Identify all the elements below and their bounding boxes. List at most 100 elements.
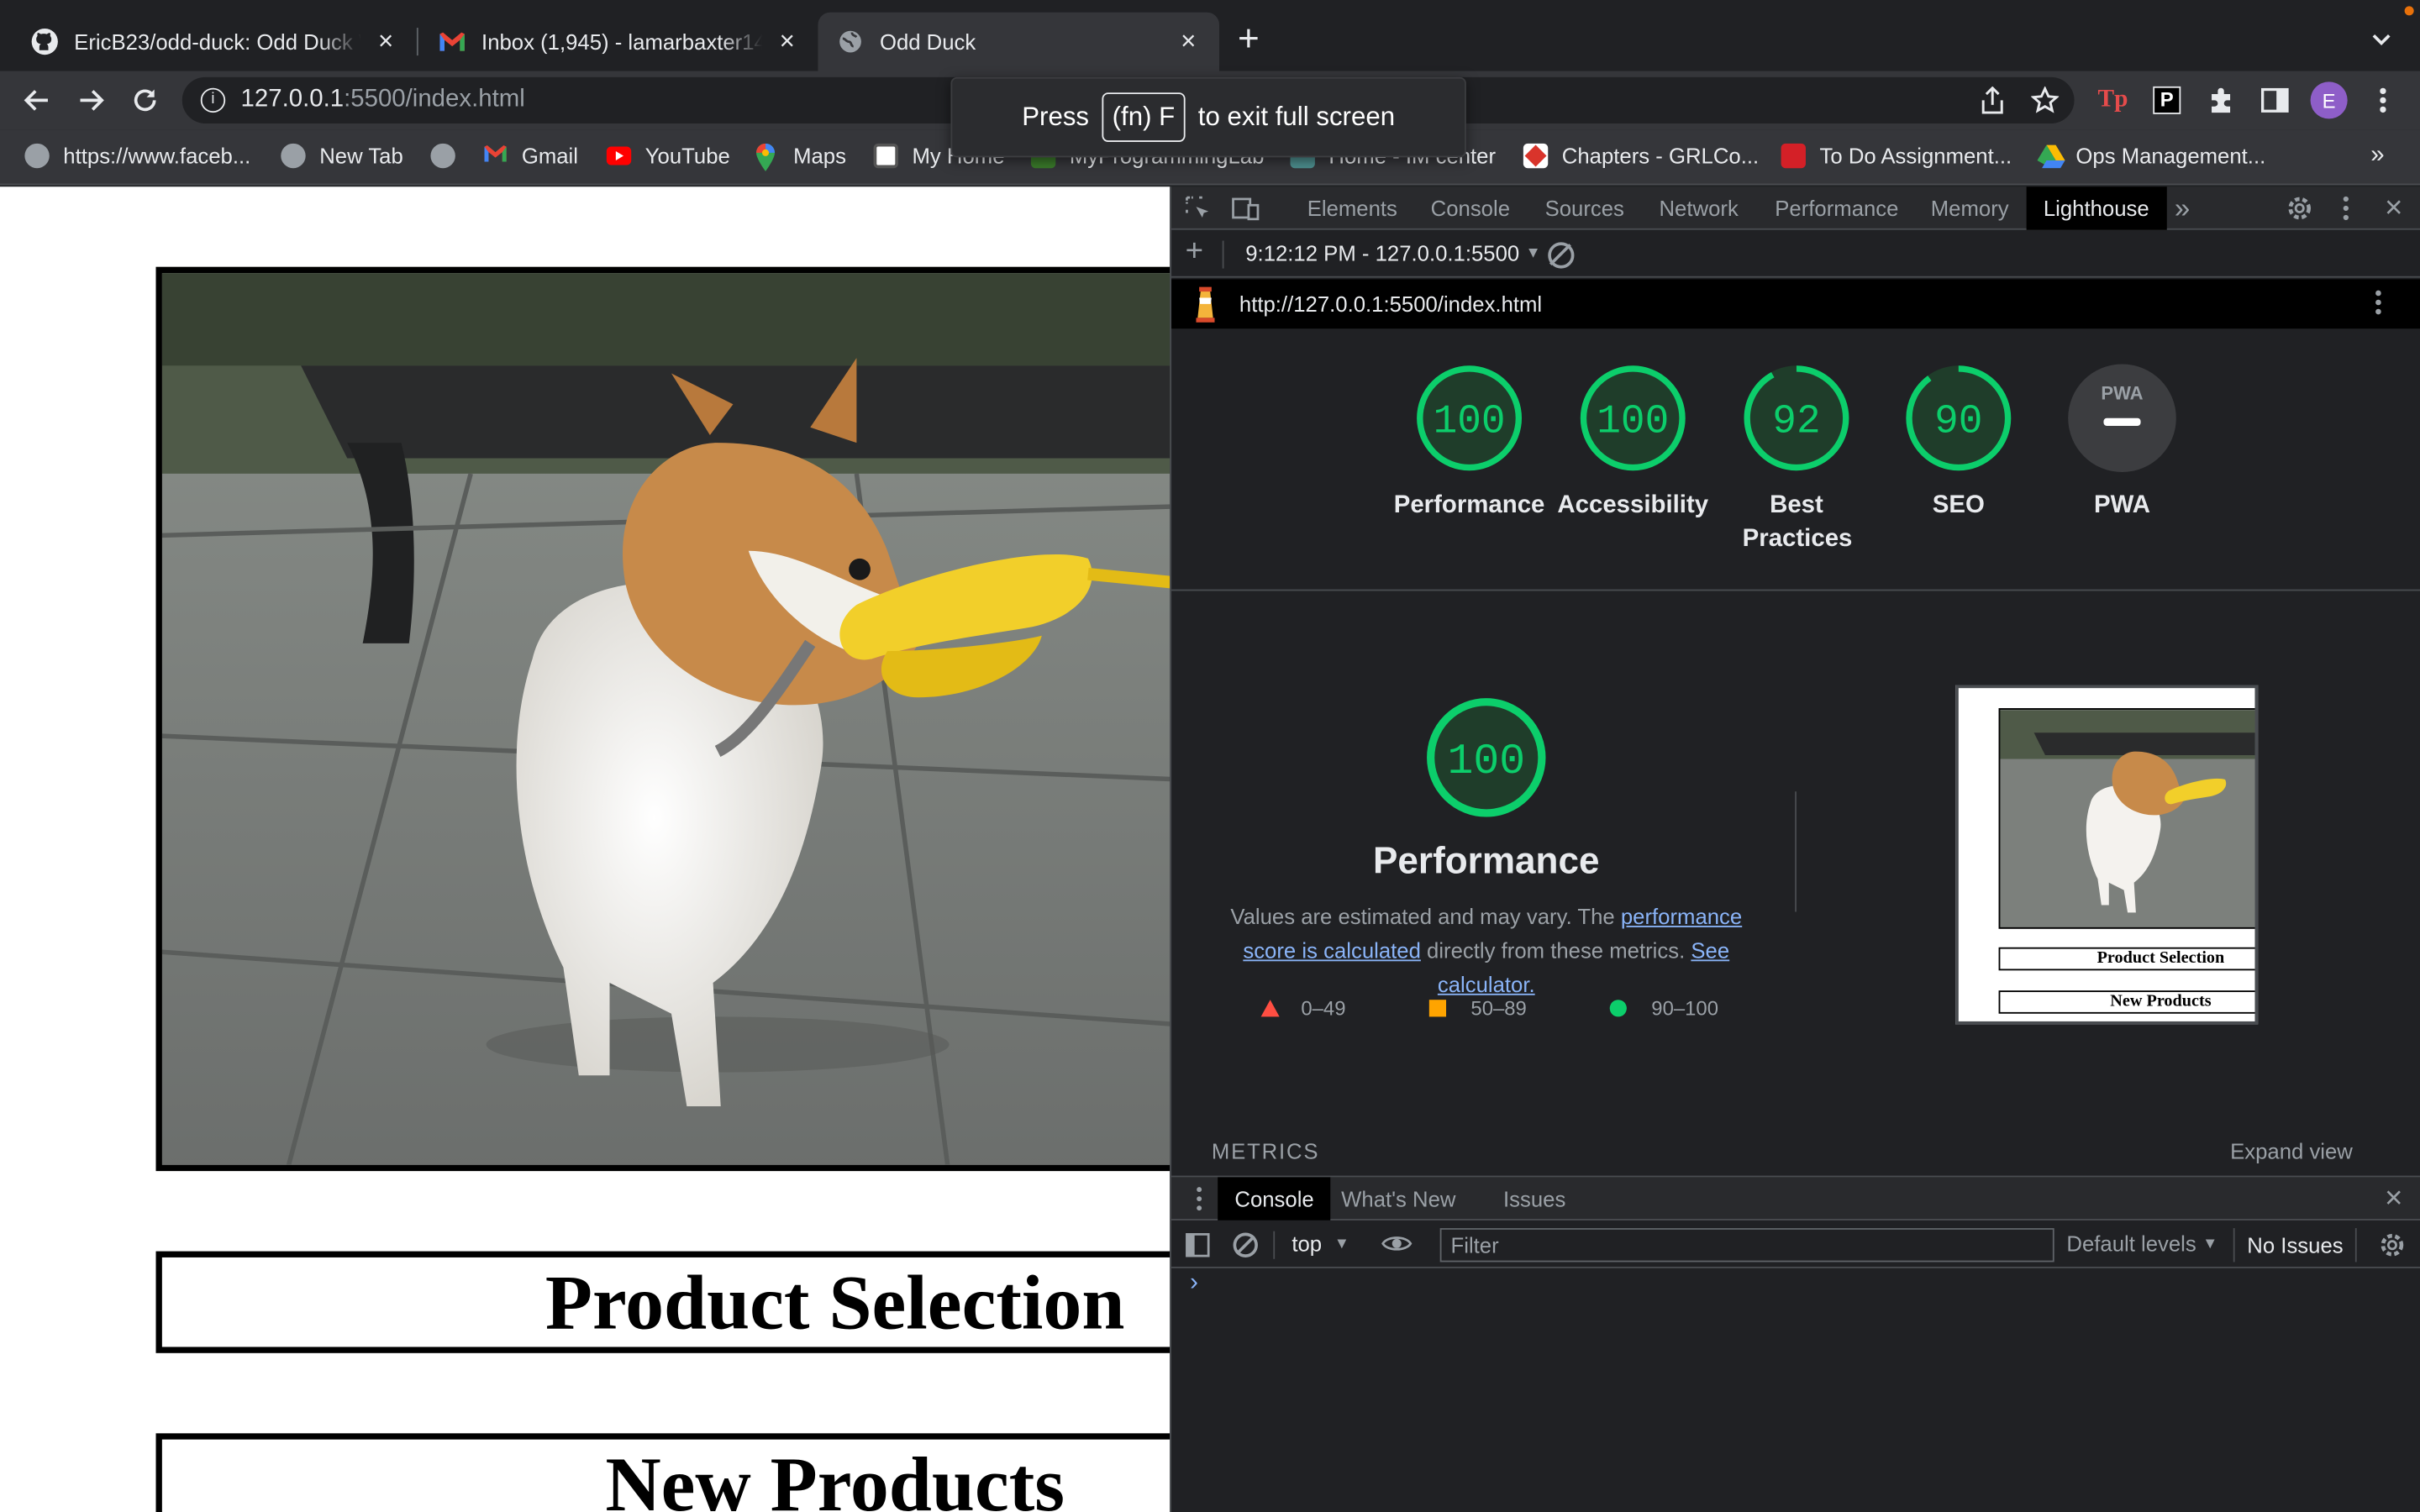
grl-icon [1523, 143, 1549, 169]
drawer-tab-issues[interactable]: Issues [1503, 1177, 1565, 1220]
bookmark-ops-management[interactable]: Ops Management... [2037, 143, 2266, 169]
tab-github[interactable]: EricB23/odd-duck: Odd Duck W × [13, 13, 417, 71]
devtools-tab-lighthouse[interactable]: Lighthouse [2026, 186, 2166, 230]
side-panel-icon[interactable] [2260, 87, 2289, 114]
console-prompt[interactable]: › [1190, 1270, 1198, 1298]
devtools-menu-kebab-icon[interactable] [2332, 194, 2360, 222]
bookmark-youtube[interactable]: YouTube [606, 144, 730, 168]
globe-icon [430, 143, 455, 169]
lighthouse-logo-icon [1192, 286, 1219, 328]
bookmark-grl[interactable]: Chapters - GRLCo... [1523, 143, 1759, 169]
devtools-tab-performance[interactable]: Performance [1775, 186, 1898, 229]
report-selector[interactable]: 9:12:12 PM - 127.0.0.1:5500 ▼ [1245, 241, 1541, 265]
toast-key: (fn) F [1101, 92, 1186, 142]
extensions-puzzle-icon[interactable] [2207, 87, 2235, 114]
gauge-svg: 90 [1906, 365, 2012, 471]
console-drawer: Console What's New Issues × top ▼ Filter [1171, 1175, 2420, 1512]
gauge-best-practices[interactable]: 92 Best Practices [1712, 363, 1881, 557]
gauge-seo[interactable]: 90 SEO [1874, 363, 2044, 523]
tab-gmail[interactable]: Inbox (1,945) - lamarbaxter14@ × [420, 13, 818, 71]
gauge-value: 90 [1934, 399, 1982, 444]
gmail-icon [439, 28, 466, 55]
section-title: Product Selection [544, 1258, 1125, 1346]
report-selector-label: 9:12:12 PM - 127.0.0.1:5500 [1245, 240, 1520, 265]
forward-icon[interactable] [74, 83, 108, 117]
bookmark-label: Ops Management... [2075, 143, 2266, 169]
square-icon [1428, 1000, 1447, 1017]
extension-p-icon[interactable]: P [2153, 86, 2181, 114]
sidebar-toggle-icon[interactable] [1184, 1231, 1212, 1259]
drawer-tab-console[interactable]: Console [1218, 1177, 1331, 1221]
devtools-panel: Elements Console Sources Network Perform… [1170, 186, 2420, 1512]
clear-reports-icon[interactable] [1548, 242, 1575, 269]
back-icon[interactable] [20, 83, 54, 117]
metrics-heading: METRICS [1211, 1138, 1320, 1163]
bookmark-globe[interactable] [430, 143, 469, 169]
extension-tp-icon[interactable]: Tp [2098, 87, 2128, 114]
new-tab-icon[interactable]: + [1238, 21, 1260, 59]
clear-console-icon[interactable] [1233, 1232, 1258, 1257]
settings-gear-icon[interactable] [2286, 194, 2313, 222]
legend-fail: 0–49 [1260, 997, 1345, 1020]
screen: EricB23/odd-duck: Odd Duck W × Inbox (1,… [0, 0, 2420, 1512]
mcgraw-icon [1781, 143, 1806, 169]
bookmark-maps[interactable]: Maps [755, 143, 846, 171]
devtools-tab-elements[interactable]: Elements [1307, 186, 1397, 229]
bookmark-new-tab[interactable]: New Tab [281, 143, 403, 169]
inspect-element-icon[interactable] [1184, 194, 1212, 222]
share-icon[interactable] [1979, 86, 2007, 114]
log-levels-dropdown[interactable]: Default levels ▼ [2066, 1231, 2217, 1256]
bookmark-gmail[interactable]: Gmail [483, 144, 578, 168]
profile-avatar[interactable]: E [2310, 81, 2348, 119]
close-drawer-icon[interactable]: × [2380, 1181, 2407, 1215]
devtools-tab-console[interactable]: Console [1431, 186, 1510, 229]
close-icon[interactable]: × [1176, 28, 1201, 54]
console-settings-gear-icon[interactable] [2378, 1231, 2406, 1259]
chevron-down-icon[interactable] [2368, 24, 2396, 52]
menu-kebab-icon[interactable] [2369, 87, 2396, 114]
hero-image[interactable] [155, 266, 1171, 1172]
report-menu-kebab-icon[interactable] [2375, 288, 2381, 321]
context-selector[interactable]: top ▼ [1292, 1231, 1349, 1256]
console-toolbar: top ▼ Filter Default levels ▼ No Issues [1171, 1222, 2420, 1268]
gauge-label: Best Practices [1742, 491, 1853, 553]
expand-view-toggle[interactable]: Expand view [2230, 1139, 2353, 1163]
drawer-menu-kebab-icon[interactable] [1196, 1186, 1202, 1219]
tab-odd-duck[interactable]: Odd Duck × [818, 12, 1220, 71]
thumbnail-heading: New Products [1998, 990, 2255, 1014]
live-expression-eye-icon[interactable] [1381, 1231, 1413, 1264]
more-tabs-icon[interactable]: » [2169, 192, 2196, 223]
drawer-tab-whats-new[interactable]: What's New [1341, 1177, 1455, 1220]
close-icon[interactable]: × [373, 28, 397, 54]
devtools-tab-bar: Elements Console Sources Network Perform… [1171, 186, 2420, 230]
devtools-tab-network[interactable]: Network [1659, 186, 1738, 229]
final-screenshot-thumbnail[interactable]: Product Selection New Products [1955, 685, 2259, 1025]
legend-pass: 90–100 [1609, 996, 1719, 1021]
reload-icon[interactable] [128, 83, 161, 117]
thumbnail-image [1998, 708, 2255, 929]
dropdown-arrow-icon: ▼ [1334, 1235, 1349, 1252]
new-report-icon[interactable]: + [1186, 234, 1203, 270]
context-label: top [1292, 1231, 1323, 1257]
bookmark-facebook[interactable]: https://www.faceb... [24, 143, 250, 169]
avatar-letter: E [2322, 88, 2336, 113]
devtools-tab-memory[interactable]: Memory [1931, 186, 2009, 229]
bookmark-star-icon[interactable] [2031, 86, 2060, 114]
legend-average: 50–89 [1428, 997, 1527, 1020]
gauge-accessibility[interactable]: 100 Accessibility [1548, 363, 1718, 523]
performance-description: Values are estimated and may vary. The p… [1218, 900, 1754, 1001]
close-devtools-icon[interactable]: × [2380, 191, 2407, 224]
report-url[interactable]: http://127.0.0.1:5500/index.html [1239, 291, 1542, 316]
gauge-pwa[interactable]: PWA PWA [2037, 363, 2207, 523]
bookmarks-overflow-icon[interactable]: » [2370, 142, 2384, 170]
legend-range: 90–100 [1651, 996, 1719, 1021]
device-toolbar-icon[interactable] [1232, 194, 1260, 222]
devtools-tab-sources[interactable]: Sources [1545, 186, 1624, 229]
console-filter-input[interactable]: Filter [1439, 1228, 2054, 1263]
info-icon[interactable]: i [200, 87, 226, 113]
gauge-performance[interactable]: 100 Performance [1385, 363, 1555, 523]
bookmark-todo[interactable]: To Do Assignment... [1781, 143, 2012, 169]
gauge-value: 100 [1434, 399, 1506, 444]
issues-counter[interactable]: No Issues [2233, 1228, 2358, 1263]
close-icon[interactable]: × [775, 28, 799, 54]
